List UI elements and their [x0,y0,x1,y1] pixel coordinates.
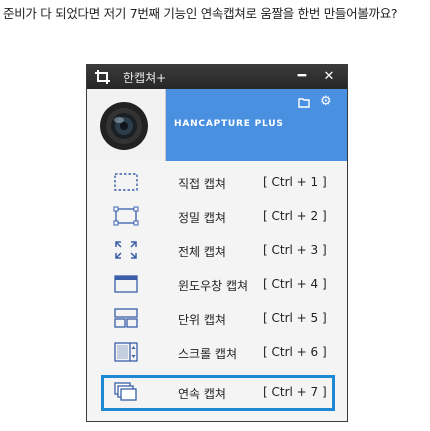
menu-item-scroll-capture[interactable]: 스크롤 캡쳐 [ Ctrl + 6 ] [87,335,347,369]
close-button[interactable]: ✕ [319,65,339,89]
window-title: 한캡쳐+ [123,71,167,85]
unit-capture-icon [114,308,138,328]
menu-shortcut: [ Ctrl + 4 ] [263,277,327,291]
menu-item-direct-capture[interactable]: 직접 캡쳐 [ Ctrl + 1 ] [87,165,347,199]
menu-item-window-capture[interactable]: 윈도우창 캡쳐 [ Ctrl + 4 ] [87,267,347,301]
gear-icon[interactable]: ⚙ [320,95,332,109]
direct-capture-icon [114,173,138,191]
brand-name: HANCAPTURE PLUS [174,119,284,129]
menu-label: 단위 캡쳐 [178,313,226,327]
menu-label: 전체 캡쳐 [178,245,226,259]
menu-item-fullscreen-capture[interactable]: 전체 캡쳐 [ Ctrl + 3 ] [87,233,347,267]
crop-icon [95,70,110,84]
menu-label: 정밀 캡쳐 [178,211,226,225]
fullscreen-capture-icon [115,241,137,259]
menu-label: 스크롤 캡쳐 [178,347,238,361]
menu-shortcut: [ Ctrl + 1 ] [263,175,327,189]
tutorial-caption: 준비가 다 되었다면 저기 7번째 기능인 연속캡쳐로 움짤을 한번 만들어볼까… [3,6,398,21]
camera-lens-icon [100,102,148,150]
menu-label: 윈도우창 캡쳐 [178,279,249,293]
title-bar[interactable]: 한캡쳐+ ━ ✕ [87,65,347,89]
hancapture-window: 한캡쳐+ ━ ✕ ⚙ HANCAPTURE PLUS 직접 캡쳐 [Ctrl … [86,64,348,422]
menu-item-unit-capture[interactable]: 단위 캡쳐 [ Ctrl + 5 ] [87,301,347,335]
menu-shortcut: [ Ctrl + 6 ] [263,345,327,359]
menu-shortcut: [ Ctrl + 3 ] [263,243,327,257]
scroll-capture-icon [114,342,138,362]
camera-logo-box [87,89,166,161]
menu-label: 직접 캡쳐 [178,177,226,191]
brand-panel: ⚙ HANCAPTURE PLUS [166,89,347,161]
menu-shortcut: [ Ctrl + 2 ] [263,209,327,223]
minimize-button[interactable]: ━ [292,65,312,89]
menu-shortcut: [ Ctrl + 5 ] [263,311,327,325]
highlight-box [101,375,335,411]
window-capture-icon [114,275,138,293]
folder-icon[interactable] [298,97,310,108]
menu-item-precise-capture[interactable]: 정밀 캡쳐 [ Ctrl + 2 ] [87,199,347,233]
header-banner: ⚙ HANCAPTURE PLUS [87,89,347,161]
precise-capture-icon [113,206,139,226]
